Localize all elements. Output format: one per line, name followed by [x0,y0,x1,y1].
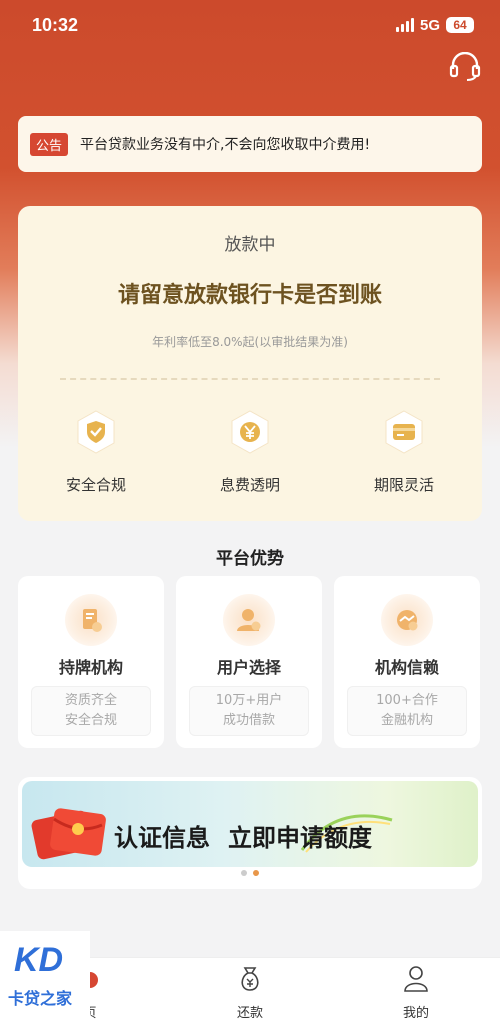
advantage-card-users: 用户选择 10万+用户 成功借款 [176,576,322,748]
section-title-advantages: 平台优势 [216,549,284,569]
carousel-dot-active[interactable] [253,870,259,876]
tab-repay[interactable]: 还款 [210,962,290,1021]
promo-text-part: 立即申请额度 [228,824,372,852]
feature-transparent-fees: 息费透明 [190,408,310,495]
advantage-desc-line: 10万+用户 [215,693,283,708]
notice-text: 平台贷款业务没有中介,不会向您收取中介费用! [80,137,371,153]
status-indicators: 5G 64 [395,16,474,34]
advantage-title: 持牌机构 [58,658,123,677]
promo-banner[interactable]: 认证信息 立即申请额度 [18,777,482,889]
advantage-title: 机构信赖 [374,658,439,677]
card-icon [385,410,423,454]
advantage-title: 用户选择 [216,658,281,677]
carousel-dots [18,870,482,876]
watermark: KD 卡贷之家 [0,931,90,1021]
feature-flexible-term: 期限灵活 [344,408,464,495]
interest-rate-note: 年利率低至8.0%起(以审批结果为准) [152,335,348,349]
tab-label: 我的 [402,1006,429,1021]
advantage-desc: 资质齐全 安全合规 [31,686,151,736]
battery-icon: 64 [446,17,474,33]
dashed-divider [60,378,440,380]
advantage-desc-line: 100+合作 [376,693,438,708]
customer-service-icon[interactable] [448,52,482,82]
feature-label: 息费透明 [219,476,280,494]
notice-bar[interactable]: 公告 平台贷款业务没有中介,不会向您收取中介费用! [18,116,482,172]
signal-icon [395,18,414,32]
carousel-dot[interactable] [241,870,247,876]
yen-coin-icon [231,410,269,454]
advantage-card-trusted: 机构信赖 100+合作 金融机构 [334,576,480,748]
red-envelope-icon [31,808,106,860]
status-bar: 10:32 5G 64 [0,0,500,50]
advantage-desc: 10万+用户 成功借款 [189,686,309,736]
tab-profile[interactable]: 我的 [376,962,456,1021]
promo-title: 认证信息 立即申请额度 [114,818,372,853]
feature-label: 期限灵活 [373,476,434,494]
watermark-logo: KD [14,941,63,977]
feature-security: 安全合规 [36,408,156,495]
user-icon [237,609,261,631]
repay-icon [241,967,259,991]
shield-check-icon [77,410,115,454]
handshake-icon [397,610,418,631]
advantage-desc: 100+合作 金融机构 [347,686,467,736]
advantage-desc-line: 安全合规 [64,713,117,728]
advantage-desc-line: 金融机构 [380,713,433,728]
advantage-desc-line: 成功借款 [222,713,275,728]
watermark-text: 卡贷之家 [8,989,73,1008]
loan-headline: 请留意放款银行卡是否到账 [117,283,382,308]
status-time: 10:32 [32,14,79,35]
advantage-card-licensed: 持牌机构 资质齐全 安全合规 [18,576,164,748]
feature-label: 安全合规 [65,476,126,494]
profile-icon [404,966,428,992]
notice-tag: 公告 [30,132,69,156]
promo-text-part: 认证信息 [114,824,210,852]
advantage-desc-line: 资质齐全 [64,693,117,708]
network-type: 5G [419,16,440,34]
loan-status-card: 放款中 请留意放款银行卡是否到账 年利率低至8.0%起(以审批结果为准) 安全合… [18,206,482,521]
tab-label: 还款 [236,1006,263,1021]
license-icon [83,609,102,632]
watermark-logo-text: KD [14,941,63,977]
loan-status: 放款中 [224,235,276,255]
